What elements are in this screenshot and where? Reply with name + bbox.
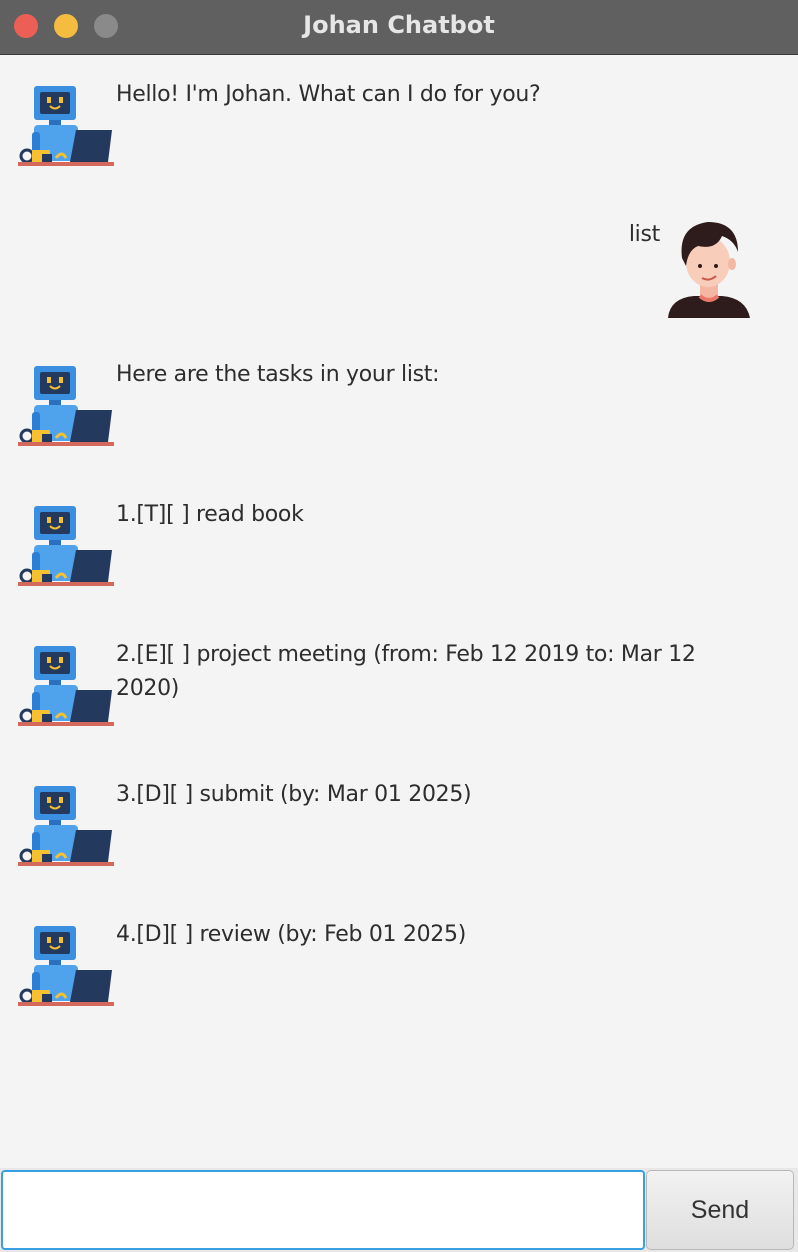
bot-message-text: 3.[D][ ] submit (by: Mar 01 2025)	[116, 782, 472, 807]
bot-message-text: 1.[T][ ] read book	[116, 502, 304, 527]
window-title: Johan Chatbot	[303, 11, 495, 39]
bot-avatar-icon	[18, 644, 114, 740]
dialog-container[interactable]: Hello! I'm Johan. What can I do for you?…	[0, 56, 798, 1168]
user-avatar-icon	[664, 216, 760, 318]
bot-avatar-icon	[18, 84, 114, 180]
bot-avatar-icon	[18, 364, 114, 460]
bot-message-text: Here are the tasks in your list:	[116, 362, 440, 387]
bot-message-text: 2.[E][ ] project meeting (from: Feb 12 2…	[116, 642, 696, 701]
input-bar: Send	[0, 1168, 798, 1252]
bot-message-text: Hello! I'm Johan. What can I do for you?	[116, 82, 541, 107]
bot-avatar-icon	[18, 924, 114, 1020]
bot-avatar-icon	[18, 784, 114, 880]
bot-avatar-icon	[18, 504, 114, 600]
title-bar: Johan Chatbot	[0, 0, 798, 55]
message-input[interactable]	[1, 1170, 645, 1250]
bot-message-text: 4.[D][ ] review (by: Feb 01 2025)	[116, 922, 466, 947]
user-message-text: list	[628, 222, 660, 247]
send-button[interactable]: Send	[646, 1170, 794, 1250]
